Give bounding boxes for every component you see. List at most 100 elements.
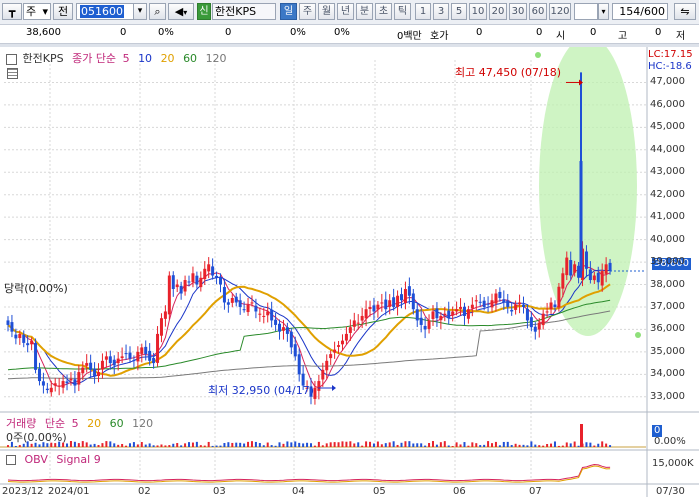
volume-bar	[117, 444, 120, 447]
candle-body	[514, 304, 518, 310]
volume-bar	[506, 441, 509, 447]
volume-bar	[557, 445, 560, 447]
volume-bar	[553, 441, 556, 447]
interval-120[interactable]: 120	[549, 3, 571, 20]
candle-body	[246, 304, 250, 313]
volume-bar	[400, 442, 403, 447]
y-tick: 37,000	[650, 300, 685, 312]
candle-body	[443, 313, 447, 315]
period-minute[interactable]: 분	[356, 3, 373, 20]
y-tick: 43,000	[650, 166, 685, 178]
count-field[interactable]: 154/600	[612, 3, 668, 20]
candle-body	[175, 284, 179, 288]
volume-bar	[333, 442, 336, 447]
interval-60[interactable]: 60	[529, 3, 547, 20]
volume-bar	[471, 442, 474, 447]
volume-bar	[231, 442, 234, 447]
min-label: 최저 32,950 (04/17)	[208, 384, 315, 397]
volume-ma20: 20	[87, 417, 102, 430]
period-tick[interactable]: 틱	[394, 3, 411, 20]
volume-bar	[250, 441, 253, 447]
candle-body	[478, 301, 482, 303]
candle-body	[608, 262, 612, 272]
volume-bar	[483, 444, 486, 447]
candle-body	[6, 320, 10, 325]
market-select[interactable]: 주 ▾	[23, 3, 51, 20]
interval-spinner[interactable]: ▾	[598, 3, 609, 20]
candle-body	[207, 264, 211, 272]
volume-bar	[109, 441, 112, 447]
candle-body	[140, 347, 144, 354]
volume-bar	[77, 443, 80, 447]
candle-body	[403, 289, 407, 304]
quote-v2: 0	[536, 27, 543, 38]
interval-input[interactable]	[574, 3, 598, 20]
interval-3[interactable]: 3	[433, 3, 449, 20]
candle-body	[466, 309, 470, 319]
volume-bar	[243, 443, 246, 447]
interval-1[interactable]: 1	[415, 3, 431, 20]
chart-type-button[interactable]: ┳	[2, 3, 22, 20]
volume-bar	[502, 441, 505, 447]
volume-bar	[97, 444, 100, 447]
candle-body	[352, 320, 356, 327]
candle-body	[600, 271, 604, 286]
candle-body	[270, 309, 274, 321]
x-label-07: 07	[529, 486, 542, 497]
candle-body	[317, 381, 321, 391]
code-dropdown[interactable]: ▾	[133, 3, 147, 20]
interval-30[interactable]: 30	[509, 3, 527, 20]
settings-button[interactable]: ⇋	[674, 3, 696, 20]
toolbar: ┳ 주 ▾ 전 051600 ▾ ⌕ ◀▾ 신 한전KPS 일 주 월 년 분 초…	[0, 0, 699, 25]
candle-body	[281, 327, 285, 331]
candle-body	[518, 302, 522, 305]
volume-bar	[199, 445, 202, 447]
volume-bar	[215, 445, 218, 447]
volume-bar	[365, 441, 368, 447]
candle-body	[215, 275, 219, 278]
candle-body	[242, 309, 246, 311]
interval-5[interactable]: 5	[451, 3, 467, 20]
candle-body	[447, 310, 451, 319]
x-label-04: 04	[292, 486, 305, 497]
volume-bar	[577, 445, 580, 447]
quote-v1-pct2: 0%	[334, 27, 350, 38]
search-button[interactable]: ⌕	[149, 3, 166, 20]
grid-toggle-icon[interactable]	[6, 53, 17, 65]
prev-button[interactable]: 전	[53, 3, 73, 20]
period-year[interactable]: 년	[337, 3, 354, 20]
candle-body	[356, 322, 360, 324]
candle-body	[400, 294, 404, 301]
candle-body	[65, 381, 69, 384]
code-input[interactable]: 051600	[76, 3, 134, 20]
legend-ma120: 120	[205, 52, 227, 65]
sound-button[interactable]: ◀▾	[168, 3, 194, 20]
volume-bar	[597, 443, 600, 447]
interval-10[interactable]: 10	[469, 3, 487, 20]
y-tick: 39,000	[650, 256, 685, 268]
candle-body	[199, 277, 203, 288]
crosshair-icon[interactable]	[7, 68, 18, 79]
quote-price: 38,600	[26, 27, 61, 38]
candle-body	[569, 260, 573, 276]
period-second[interactable]: 초	[375, 3, 392, 20]
volume-bar	[191, 442, 194, 447]
period-day[interactable]: 일	[280, 3, 297, 20]
volume-bar	[380, 444, 383, 447]
candle-body	[348, 327, 352, 333]
volume-bar	[431, 441, 434, 447]
volume-bar	[593, 445, 596, 447]
volume-bar	[349, 441, 352, 447]
volume-bar	[514, 443, 517, 447]
period-month[interactable]: 월	[318, 3, 335, 20]
volume-bar	[89, 444, 92, 447]
obv-legend-name: OBV	[24, 453, 48, 466]
period-week[interactable]: 주	[299, 3, 316, 20]
obv-toggle-icon[interactable]	[6, 455, 16, 465]
candle-body	[592, 275, 596, 281]
interval-20[interactable]: 20	[489, 3, 507, 20]
volume-bar	[561, 445, 564, 447]
volume-bar	[203, 445, 206, 447]
volume-bar	[180, 445, 183, 447]
volume-bar	[325, 443, 328, 447]
